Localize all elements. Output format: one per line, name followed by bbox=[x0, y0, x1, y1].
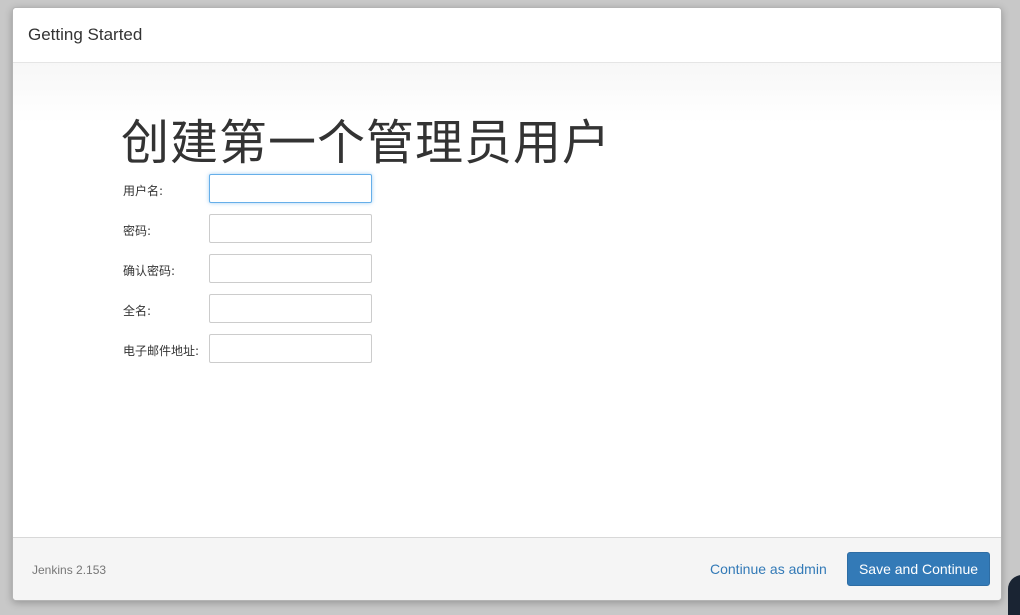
dialog-title: Getting Started bbox=[28, 25, 143, 44]
page-title: 创建第一个管理员用户 bbox=[121, 115, 612, 171]
save-and-continue-button[interactable]: Save and Continue bbox=[847, 552, 990, 586]
dialog-body: 创建第一个管理员用户 用户名: 密码: 确认密码: 全名: 电子邮件地址: bbox=[13, 63, 1001, 538]
email-input[interactable] bbox=[209, 334, 372, 363]
setup-dialog: Getting Started 创建第一个管理员用户 用户名: 密码: 确认密码… bbox=[12, 7, 1002, 601]
continue-as-admin-button[interactable]: Continue as admin bbox=[710, 561, 827, 577]
email-label: 电子邮件地址: bbox=[123, 344, 200, 358]
fullname-input[interactable] bbox=[209, 294, 372, 323]
fullname-row: 全名: bbox=[123, 294, 423, 324]
dialog-footer: Jenkins 2.153 Continue as admin Save and… bbox=[13, 537, 1001, 600]
fullname-label: 全名: bbox=[123, 304, 152, 318]
username-row: 用户名: bbox=[123, 174, 423, 204]
email-row: 电子邮件地址: bbox=[123, 334, 423, 364]
confirm-password-row: 确认密码: bbox=[123, 254, 423, 284]
password-row: 密码: bbox=[123, 214, 423, 244]
username-label: 用户名: bbox=[123, 184, 164, 198]
corner-widget bbox=[1008, 575, 1020, 615]
dialog-header: Getting Started bbox=[13, 8, 1001, 63]
version-label: Jenkins 2.153 bbox=[32, 563, 107, 577]
confirm-password-input[interactable] bbox=[209, 254, 372, 283]
password-input[interactable] bbox=[209, 214, 372, 243]
confirm-password-label: 确认密码: bbox=[123, 264, 176, 278]
username-input[interactable] bbox=[209, 174, 372, 203]
password-label: 密码: bbox=[123, 224, 152, 238]
